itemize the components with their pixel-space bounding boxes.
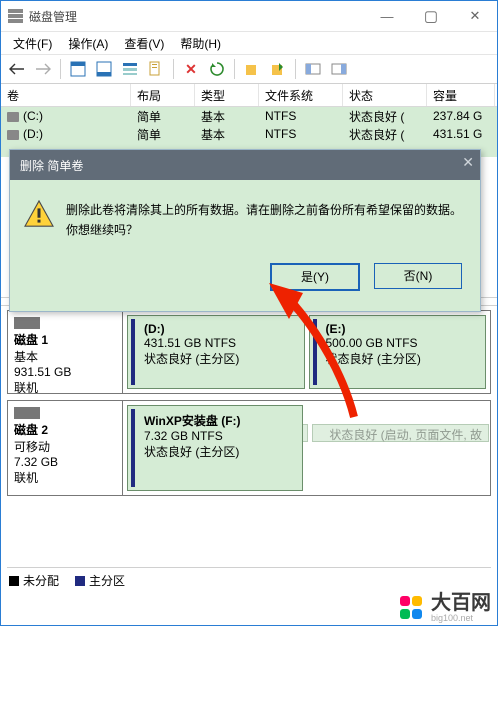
partition-label: (E:) xyxy=(326,322,346,336)
partition-size: 431.51 GB NTFS xyxy=(144,336,236,350)
partition[interactable]: (D:) 431.51 GB NTFS 状态良好 (主分区) xyxy=(127,315,305,389)
drive-icon xyxy=(7,130,19,140)
action2-icon[interactable] xyxy=(266,57,290,81)
legend-swatch-primary xyxy=(75,576,85,586)
back-button[interactable] xyxy=(5,57,29,81)
col-fs[interactable]: 文件系统 xyxy=(259,84,343,106)
col-state[interactable]: 状态 xyxy=(343,84,427,106)
col-volume[interactable]: 卷 xyxy=(1,84,131,106)
dialog-title: 删除 简单卷 xyxy=(20,157,83,174)
disk-icon xyxy=(14,317,40,329)
minimize-button[interactable]: — xyxy=(365,1,409,31)
partition[interactable]: (E:) 500.00 GB NTFS 状态良好 (主分区) xyxy=(309,315,487,389)
col-cap[interactable]: 容量 xyxy=(427,84,495,106)
partition-size: 500.00 GB NTFS xyxy=(326,336,418,350)
dialog-titlebar: 删除 简单卷 ✕ xyxy=(10,150,480,180)
partition-state: 状态良好 (主分区) xyxy=(144,445,239,459)
col-layout[interactable]: 布局 xyxy=(131,84,195,106)
vol-type: 基本 xyxy=(195,108,259,125)
maximize-button[interactable]: ▢ xyxy=(409,1,453,31)
vol-layout: 简单 xyxy=(131,108,195,125)
view-list-icon[interactable] xyxy=(118,57,142,81)
yes-button[interactable]: 是(Y) xyxy=(270,263,360,291)
window-title: 磁盘管理 xyxy=(29,8,365,25)
confirm-delete-dialog: 删除 简单卷 ✕ 删除此卷将清除其上的所有数据。请在删除之前备份所有希望保留的数… xyxy=(9,149,481,312)
vol-state: 状态良好 ( xyxy=(343,108,427,125)
disk-info[interactable]: 磁盘 2 可移动 7.32 GB 联机 xyxy=(8,401,123,495)
col-type[interactable]: 类型 xyxy=(195,84,259,106)
disk-size: 931.51 GB xyxy=(14,365,71,379)
vol-cap: 431.51 G xyxy=(427,127,495,141)
vol-layout: 简单 xyxy=(131,126,195,143)
menu-file[interactable]: 文件(F) xyxy=(5,33,60,54)
partition-label: (D:) xyxy=(144,322,165,336)
close-button[interactable]: ✕ xyxy=(453,1,497,31)
app-icon xyxy=(7,8,23,24)
legend-swatch-unallocated xyxy=(9,576,19,586)
legend-unallocated: 未分配 xyxy=(23,572,59,589)
volume-row[interactable]: (C:) 简单 基本 NTFS 状态良好 ( 237.84 G xyxy=(1,107,497,125)
no-button[interactable]: 否(N) xyxy=(374,263,462,289)
vol-type: 基本 xyxy=(195,126,259,143)
watermark-logo-icon xyxy=(399,595,425,621)
legend-primary: 主分区 xyxy=(89,572,125,589)
vol-state: 状态良好 ( xyxy=(343,126,427,143)
partition[interactable]: WinXP安装盘 (F:) 7.32 GB NTFS 状态良好 (主分区) xyxy=(127,405,303,491)
menu-help[interactable]: 帮助(H) xyxy=(172,33,229,54)
legend: 未分配 主分区 xyxy=(7,567,491,593)
action1-icon[interactable] xyxy=(240,57,264,81)
disk-row: 磁盘 1 基本 931.51 GB 联机 (D:) 431.51 GB NTFS… xyxy=(7,310,491,394)
warning-icon xyxy=(24,200,54,228)
partition-label: WinXP安装盘 (F:) xyxy=(144,414,241,428)
panel2-icon[interactable] xyxy=(327,57,351,81)
volume-row[interactable]: (D:) 简单 基本 NTFS 状态良好 ( 431.51 G xyxy=(1,125,497,143)
watermark: 大百网 big100.net xyxy=(399,593,491,623)
vol-name: (C:) xyxy=(23,109,43,123)
delete-icon[interactable]: ✕ xyxy=(179,57,203,81)
disk-info[interactable]: 磁盘 1 基本 931.51 GB 联机 xyxy=(8,311,123,393)
vol-cap: 237.84 G xyxy=(427,109,495,123)
disk-name: 磁盘 2 xyxy=(14,423,48,437)
menu-bar: 文件(F) 操作(A) 查看(V) 帮助(H) xyxy=(1,32,497,55)
toolbar: ✕ xyxy=(1,55,497,84)
view-top-icon[interactable] xyxy=(66,57,90,81)
watermark-url: big100.net xyxy=(431,613,491,623)
menu-view[interactable]: 查看(V) xyxy=(116,33,172,54)
disk-row: 磁盘 2 可移动 7.32 GB 联机 WinXP安装盘 (F:) 7.32 G… xyxy=(7,400,491,496)
partition-state: 状态良好 (主分区) xyxy=(326,352,421,366)
partition-state: 状态良好 (主分区) xyxy=(144,352,239,366)
disk-name: 磁盘 1 xyxy=(14,333,48,347)
disk-kind: 基本 xyxy=(14,350,38,364)
disk-state: 联机 xyxy=(14,381,38,395)
disk-map-pane: 状态良好 (U 状态良好 ( 状态良好 (启动, 页面文件, 故 磁盘 1 基本… xyxy=(1,297,497,702)
refresh-icon[interactable] xyxy=(205,57,229,81)
view-bottom-icon[interactable] xyxy=(92,57,116,81)
vol-fs: NTFS xyxy=(259,127,343,141)
partition-size: 7.32 GB NTFS xyxy=(144,429,223,443)
watermark-brand: 大百网 xyxy=(431,593,491,613)
vol-name: (D:) xyxy=(23,127,43,141)
disk-size: 7.32 GB xyxy=(14,455,58,469)
drive-icon xyxy=(7,112,19,122)
volume-table-header: 卷 布局 类型 文件系统 状态 容量 xyxy=(1,84,497,107)
properties-icon[interactable] xyxy=(144,57,168,81)
vol-fs: NTFS xyxy=(259,109,343,123)
window-titlebar: 磁盘管理 — ▢ ✕ xyxy=(1,1,497,32)
disk-icon xyxy=(14,407,40,419)
disk-kind: 可移动 xyxy=(14,440,50,454)
dialog-close-icon[interactable]: ✕ xyxy=(462,154,474,171)
forward-button[interactable] xyxy=(31,57,55,81)
disk-state: 联机 xyxy=(14,471,38,485)
panel1-icon[interactable] xyxy=(301,57,325,81)
dialog-message: 删除此卷将清除其上的所有数据。请在删除之前备份所有希望保留的数据。你想继续吗？ xyxy=(66,200,462,241)
menu-operate[interactable]: 操作(A) xyxy=(60,33,116,54)
